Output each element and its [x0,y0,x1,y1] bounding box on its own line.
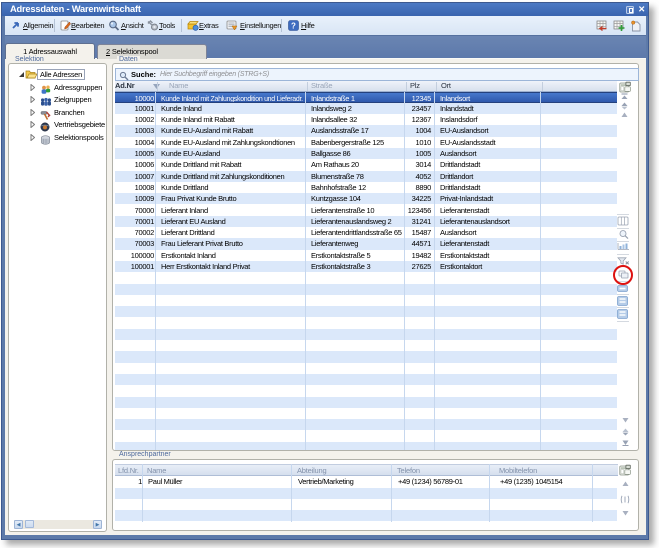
svg-text:?: ? [291,21,296,30]
